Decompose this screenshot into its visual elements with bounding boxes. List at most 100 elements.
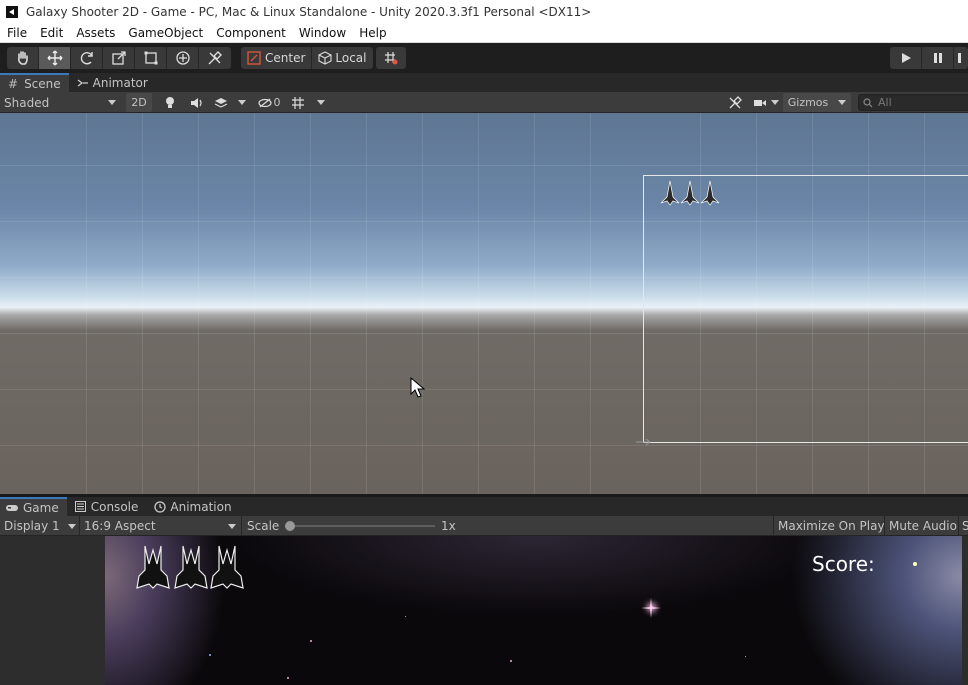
aspect-dropdown[interactable]: 16:9 Aspect [84,516,239,536]
animator-icon [77,78,88,87]
lighting-toggle[interactable] [158,93,182,112]
step-button[interactable] [954,47,968,69]
search-icon [863,97,873,107]
game-screen[interactable]: Score: [105,536,962,685]
tab-animator[interactable]: Animator [69,73,156,92]
pivot-marker-icon [636,438,651,446]
menu-help[interactable]: Help [352,26,392,40]
scale-label: Scale [247,519,280,533]
scene-tab-strip: # Scene Animator [0,73,968,92]
menu-gameobject[interactable]: GameObject [121,26,209,40]
star [745,656,746,657]
scene-lives-sprites[interactable] [660,179,722,207]
grid-line [86,113,87,494]
scale-slider[interactable] [285,516,435,536]
rotate-tool-button[interactable] [71,47,103,69]
rect-tool-button[interactable] [135,47,167,69]
tools-settings-button[interactable] [724,93,746,112]
chevron-down-icon [771,100,779,105]
mode-2d-toggle[interactable]: 2D [126,93,152,112]
separator [773,516,774,536]
menu-window[interactable]: Window [292,26,352,40]
separator [241,516,242,536]
step-icon [958,53,961,63]
effects-layers-icon [214,97,228,108]
play-button[interactable] [890,47,922,69]
hand-tool-button[interactable] [7,47,39,69]
tab-game[interactable]: Game [0,497,67,516]
ship-icon [174,545,208,589]
grid-dropdown[interactable] [288,93,328,112]
pivot-space-button[interactable]: Local [312,47,372,69]
camera-icon [754,99,766,106]
score-label: Score: [812,552,875,576]
grid-line [254,113,255,494]
gizmos-label: Gizmos [787,96,829,109]
chevron-down-icon [68,524,76,529]
chevron-down-icon [317,100,325,105]
star-sparkle-icon [641,598,661,618]
pause-button[interactable] [922,47,954,69]
pause-icon [933,53,942,63]
ship-icon [680,180,700,206]
pivot-group: Center Local [241,47,373,69]
pivot-mode-button[interactable]: Center [241,47,313,69]
scene-visibility-toggle[interactable]: 0 [254,93,284,112]
slider-track [289,525,435,527]
hidden-count: 0 [273,96,281,109]
ship-icon [210,545,244,589]
chevron-down-icon [228,524,236,529]
ship-icon [136,545,170,589]
camera-dropdown[interactable] [750,93,782,112]
game-toolbar: Display 1 16:9 Aspect Scale 1x Maximize … [0,516,968,536]
pivot-center-icon [247,51,261,65]
scene-viewport[interactable] [0,113,968,494]
custom-tool-button[interactable] [199,47,231,69]
menu-assets[interactable]: Assets [69,26,121,40]
camera-frame [643,175,968,443]
tab-animation[interactable]: Animation [146,497,239,516]
scene-search-input[interactable]: All [858,94,968,111]
grid-snap-button[interactable] [376,47,406,69]
game-view[interactable]: Score: [0,536,968,685]
hand-tool-icon [17,51,28,65]
tab-scene[interactable]: # Scene [0,73,69,92]
scale-value: 1x [441,519,456,533]
transform-tool-button[interactable] [167,47,199,69]
ship-icon [700,180,720,206]
separator [884,516,885,536]
tab-game-label: Game [23,500,59,515]
wrench-icon [729,95,742,108]
slider-handle[interactable] [285,521,295,531]
mute-audio-toggle[interactable]: Mute Audio [889,516,957,536]
grid-line [590,113,591,494]
menu-component[interactable]: Component [209,26,292,40]
grid-line [534,113,535,494]
audio-toggle[interactable] [185,93,209,112]
chevron-down-icon [838,100,847,105]
menu-file[interactable]: File [0,26,33,40]
grid-line [366,113,367,494]
menu-edit[interactable]: Edit [33,26,69,40]
display-dropdown[interactable]: Display 1 [4,516,78,536]
pivot-space-label: Local [335,51,367,65]
speaker-icon [191,97,202,108]
stats-toggle[interactable]: S [962,516,968,536]
move-tool-button[interactable] [39,47,71,69]
shading-mode-dropdown[interactable]: Shaded [4,93,120,112]
tab-console[interactable]: Console [67,497,147,516]
grid-line [478,113,479,494]
scale-tool-icon [111,51,126,65]
game-tab-strip: Game Console Animation [0,497,968,516]
shading-mode-label: Shaded [4,95,50,110]
effects-dropdown[interactable] [211,93,249,112]
grid-snap-icon [385,52,398,65]
gizmos-dropdown[interactable]: Gizmos [783,93,851,112]
separator [958,516,959,536]
star [510,660,512,662]
main-toolbar: Center Local [0,43,968,73]
scale-tool-button[interactable] [103,47,135,69]
maximize-on-play-toggle[interactable]: Maximize On Play [778,516,885,536]
grid-line [310,113,311,494]
star [405,616,406,617]
